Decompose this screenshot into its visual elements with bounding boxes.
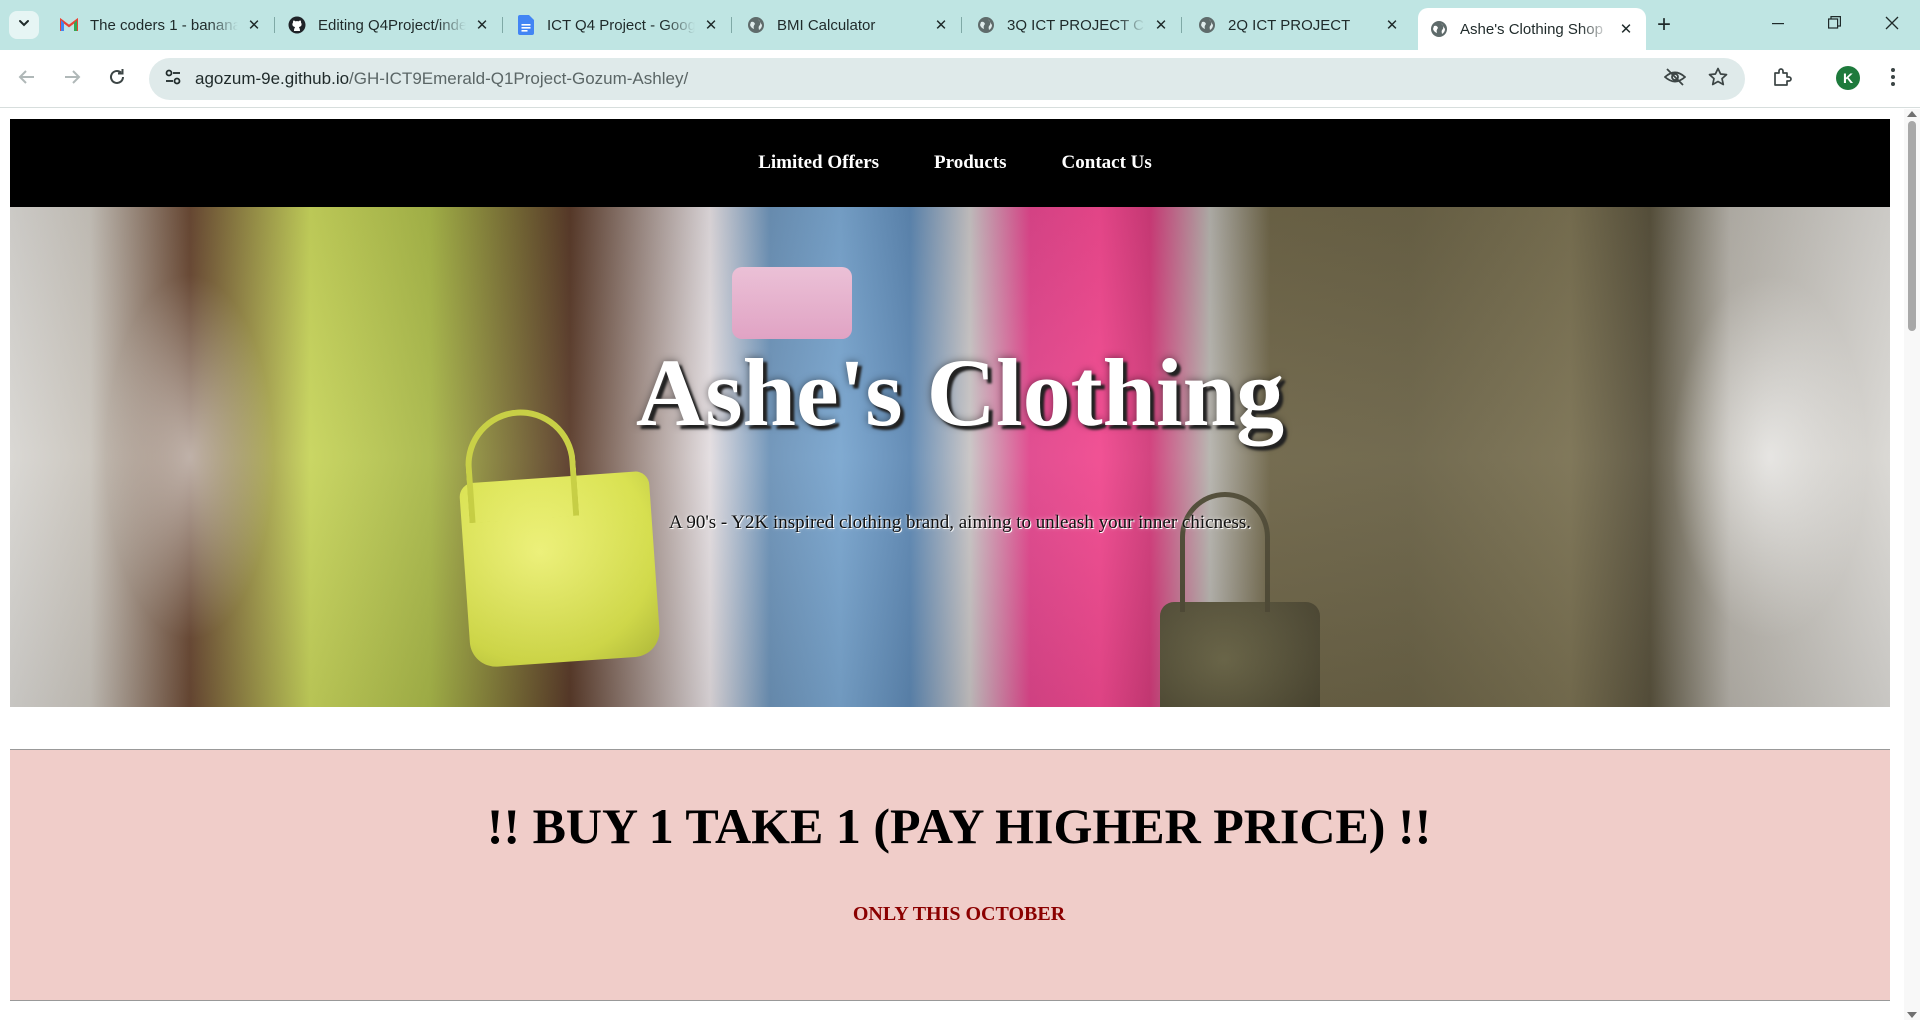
- browser-tab-active[interactable]: Ashe's Clothing Shop ✕: [1418, 8, 1646, 50]
- browser-tab[interactable]: BMI Calculator ✕: [735, 8, 962, 42]
- extensions-button[interactable]: [1766, 63, 1798, 95]
- tune-icon: [164, 68, 182, 91]
- star-icon: [1708, 67, 1728, 92]
- nav-link-limited-offers[interactable]: Limited Offers: [758, 152, 879, 174]
- forward-button[interactable]: [56, 63, 88, 95]
- gmail-icon: [60, 16, 78, 34]
- url-text[interactable]: agozum-9e.github.io/GH-ICT9Emerald-Q1Pro…: [195, 69, 688, 89]
- url-path: /GH-ICT9Emerald-Q1Project-Gozum-Ashley/: [349, 69, 689, 88]
- profile-avatar[interactable]: K: [1836, 66, 1860, 90]
- globe-icon: [977, 16, 995, 34]
- hero-banner: Ashe's Clothing A 90's - Y2K inspired cl…: [10, 207, 1890, 707]
- page-viewport: Limited Offers Products Contact Us Ashe'…: [0, 109, 1904, 1020]
- close-icon[interactable]: ✕: [1616, 19, 1636, 39]
- puzzle-icon: [1772, 67, 1792, 92]
- site-info-button[interactable]: [157, 63, 189, 95]
- tab-search-button[interactable]: [9, 11, 39, 39]
- minimize-icon: [1771, 16, 1784, 34]
- browser-tab[interactable]: ICT Q4 Project - Google Docs ✕: [505, 8, 732, 42]
- address-bar[interactable]: agozum-9e.github.io/GH-ICT9Emerald-Q1Pro…: [149, 58, 1745, 100]
- close-icon: [1885, 16, 1899, 35]
- tab-title: ICT Q4 Project - Google Docs: [547, 16, 695, 34]
- globe-icon: [1198, 16, 1216, 34]
- hero-tagline: A 90's - Y2K inspired clothing brand, ai…: [668, 512, 1252, 533]
- url-host: agozum-9e.github.io: [195, 69, 350, 88]
- browser-menu-button[interactable]: [1877, 63, 1909, 95]
- nav-link-contact-us[interactable]: Contact Us: [1062, 152, 1152, 174]
- plus-icon: +: [1656, 11, 1671, 38]
- google-docs-icon: [517, 15, 535, 35]
- tab-title: The coders 1 - banana: [90, 16, 238, 34]
- back-button[interactable]: [11, 63, 43, 95]
- browser-tab-strip: The coders 1 - banana ✕ Editing Q4Projec…: [0, 0, 1920, 50]
- scroll-down-icon[interactable]: [1907, 1012, 1917, 1018]
- reload-button[interactable]: [101, 63, 133, 95]
- reload-icon: [108, 68, 126, 91]
- browser-tab[interactable]: Editing Q4Project/index.html ✕: [276, 8, 503, 42]
- scrollbar-thumb[interactable]: [1908, 121, 1916, 331]
- eye-off-button[interactable]: [1659, 63, 1691, 95]
- github-icon: [288, 16, 306, 34]
- bookmark-button[interactable]: [1702, 63, 1734, 95]
- arrow-left-icon: [18, 68, 36, 91]
- site-navbar: Limited Offers Products Contact Us: [10, 119, 1890, 207]
- chevron-down-icon: [17, 16, 31, 35]
- website: Limited Offers Products Contact Us Ashe'…: [10, 119, 1890, 1001]
- hero-title: Ashe's Clothing: [635, 339, 1285, 446]
- new-tab-button[interactable]: +: [1651, 11, 1677, 38]
- arrow-right-icon: [63, 68, 81, 91]
- close-icon[interactable]: ✕: [1151, 15, 1171, 35]
- tab-title: Ashe's Clothing Shop: [1460, 20, 1603, 38]
- minimize-button[interactable]: [1749, 0, 1806, 50]
- browser-tab[interactable]: The coders 1 - banana ✕: [48, 8, 275, 42]
- close-icon[interactable]: ✕: [701, 15, 721, 35]
- globe-icon: [747, 16, 765, 34]
- tab-title: 3Q ICT PROJECT COLLAB: [1007, 16, 1145, 34]
- page-scrollbar[interactable]: [1904, 109, 1920, 1020]
- scroll-up-icon[interactable]: [1907, 111, 1917, 117]
- tab-title: 2Q ICT PROJECT: [1228, 16, 1351, 34]
- close-icon[interactable]: ✕: [1382, 15, 1402, 35]
- promo-headline: !! BUY 1 TAKE 1 (PAY HIGHER PRICE) !!: [486, 798, 1432, 854]
- promo-banner: !! BUY 1 TAKE 1 (PAY HIGHER PRICE) !! ON…: [10, 749, 1890, 1001]
- eye-off-icon: [1663, 67, 1687, 91]
- browser-tab[interactable]: 2Q ICT PROJECT ✕: [1186, 8, 1412, 42]
- tab-title: Editing Q4Project/index.html: [318, 16, 466, 34]
- restore-button[interactable]: [1806, 0, 1863, 50]
- browser-toolbar: agozum-9e.github.io/GH-ICT9Emerald-Q1Pro…: [0, 50, 1920, 108]
- promo-subtext: ONLY THIS OCTOBER: [852, 903, 1066, 925]
- more-vertical-icon: [1890, 67, 1896, 92]
- tab-title: BMI Calculator: [777, 16, 876, 34]
- close-icon[interactable]: ✕: [472, 15, 492, 35]
- close-icon[interactable]: ✕: [931, 15, 951, 35]
- browser-tab[interactable]: 3Q ICT PROJECT COLLAB ✕: [965, 8, 1182, 42]
- globe-icon: [1430, 20, 1448, 38]
- restore-icon: [1828, 16, 1841, 34]
- window-close-button[interactable]: [1863, 0, 1920, 50]
- close-icon[interactable]: ✕: [244, 15, 264, 35]
- nav-link-products[interactable]: Products: [934, 152, 1006, 174]
